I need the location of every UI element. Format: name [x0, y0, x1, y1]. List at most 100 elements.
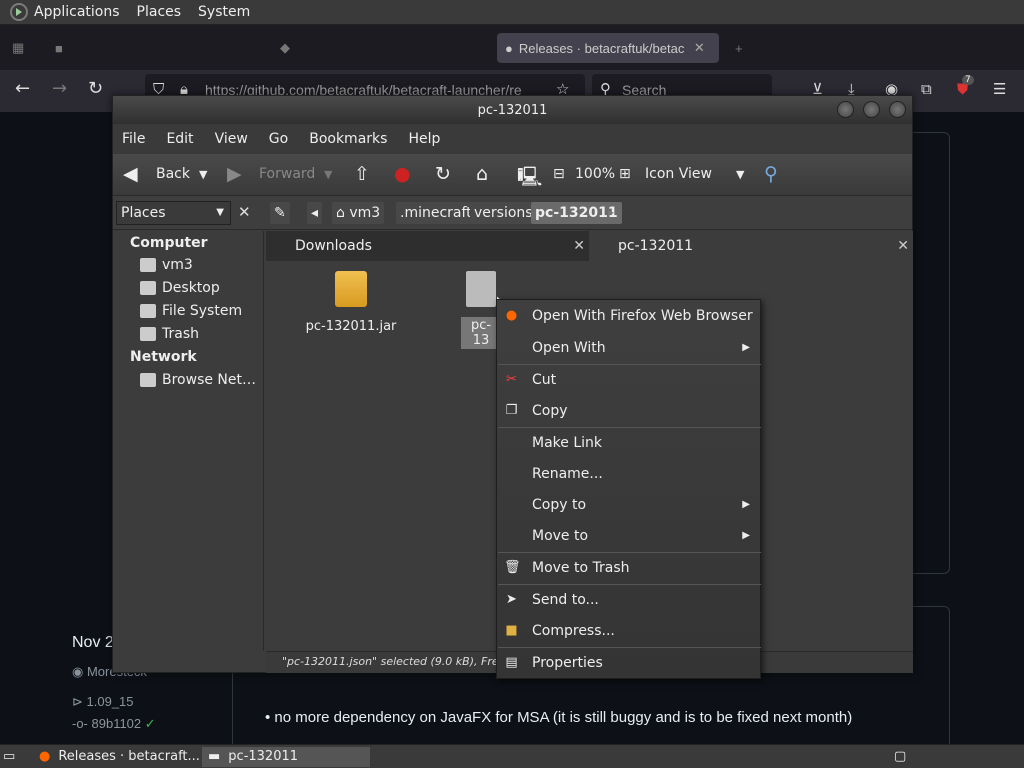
- menu-edit[interactable]: Edit: [166, 131, 193, 147]
- stop-icon[interactable]: ●: [394, 163, 411, 185]
- menu-bar: File Edit View Go Bookmarks Help: [113, 124, 912, 154]
- tab-label: pc-132011: [618, 238, 694, 254]
- firefox-tab-strip: ▦ ■ ◆ ● Releases · betacraftuk/betac ✕ +: [0, 25, 1024, 70]
- back-icon[interactable]: ◀: [123, 163, 138, 185]
- close-window-button[interactable]: [889, 101, 906, 118]
- tab-background-2[interactable]: ◆: [280, 33, 480, 63]
- minimize-button[interactable]: [837, 101, 854, 118]
- menu-item-open-firefox[interactable]: ● Open With Firefox Web Browser: [497, 302, 760, 330]
- places-label: Places: [121, 205, 166, 221]
- release-tag[interactable]: ⊳ 1.09_15: [72, 694, 134, 710]
- show-desktop-icon[interactable]: ▭: [3, 747, 27, 767]
- breadcrumb-minecraft[interactable]: .minecraft: [396, 202, 476, 224]
- forward-history-chevron-icon[interactable]: ▼: [324, 168, 332, 181]
- menu-places[interactable]: Places: [137, 4, 182, 20]
- taskbar-item-firefox[interactable]: ● Releases · betacraft...: [33, 747, 200, 767]
- menu-system[interactable]: System: [198, 4, 250, 20]
- hamburger-menu-icon[interactable]: ☰: [993, 80, 1006, 98]
- close-sidebar-icon[interactable]: ✕: [238, 203, 251, 221]
- menu-item-properties[interactable]: ▤ Properties: [497, 649, 760, 677]
- menu-item-open-with[interactable]: Open With ▶: [497, 334, 760, 362]
- menu-go[interactable]: Go: [269, 131, 288, 147]
- menu-item-send-to[interactable]: ➤ Send to...: [497, 586, 760, 614]
- places-dropdown[interactable]: Places ▼: [116, 201, 231, 225]
- release-note-bullet: • no more dependency on JavaFX for MSA (…: [265, 709, 853, 726]
- zoom-in-icon[interactable]: ⊞: [619, 166, 631, 182]
- desktop-icon: [140, 281, 156, 295]
- forward-icon[interactable]: ▶: [227, 163, 242, 185]
- close-tab-icon[interactable]: ✕: [573, 231, 585, 261]
- menu-item-rename[interactable]: Rename...: [497, 460, 760, 488]
- menu-view[interactable]: View: [215, 131, 248, 147]
- close-tab-icon[interactable]: ✕: [897, 231, 909, 261]
- breadcrumb-vm3[interactable]: ⌂ vm3: [332, 202, 385, 224]
- breadcrumb-scroll-right-icon[interactable]: ▸: [608, 205, 614, 219]
- file-json-selected[interactable]: pc-13: [461, 271, 501, 349]
- menu-bookmarks[interactable]: Bookmarks: [309, 131, 387, 147]
- menu-item-move-to[interactable]: Move to ▶: [497, 522, 760, 550]
- edit-location-icon[interactable]: ✎: [270, 202, 290, 224]
- sidebar-item-label: Desktop: [162, 280, 220, 296]
- tab-active-releases[interactable]: ● Releases · betacraftuk/betac ✕: [497, 33, 719, 63]
- menu-item-label: Open With Firefox Web Browser: [532, 308, 753, 324]
- nautilus-tab-bar: Downloads ✕ pc-132011 ✕: [266, 231, 913, 261]
- file-label: pc-13: [461, 317, 501, 349]
- sidebar-item-browse-network[interactable]: Browse Net…: [140, 372, 256, 388]
- maximize-button[interactable]: [863, 101, 880, 118]
- menu-item-cut[interactable]: ✂ Cut: [497, 366, 760, 394]
- back-arrow-icon[interactable]: ←: [15, 78, 30, 99]
- view-mode-select[interactable]: Icon View: [645, 166, 712, 182]
- sidebar-item-filesystem[interactable]: File System: [140, 303, 242, 319]
- search-icon[interactable]: ⚲: [764, 163, 778, 185]
- home-folder-icon[interactable]: ⌂: [476, 163, 488, 185]
- close-tab-icon[interactable]: ✕: [694, 40, 705, 56]
- distro-logo-icon[interactable]: [10, 3, 28, 21]
- reload-icon[interactable]: ↻: [88, 78, 103, 99]
- sidebar-item-desktop[interactable]: Desktop: [140, 280, 220, 296]
- view-mode-chevron-icon[interactable]: ▼: [736, 168, 744, 181]
- new-tab-button[interactable]: +: [735, 33, 743, 63]
- computer-icon[interactable]: 🖳︎: [517, 163, 542, 195]
- window-titlebar[interactable]: pc-132011: [113, 96, 912, 124]
- breadcrumb-scroll-left-icon[interactable]: ◂: [307, 202, 323, 224]
- trash-icon: [140, 327, 156, 341]
- menu-separator: [498, 584, 761, 585]
- menu-item-compress[interactable]: ■ Compress...: [497, 617, 760, 645]
- back-history-chevron-icon[interactable]: ▼: [199, 168, 207, 181]
- sidebar-item-trash[interactable]: Trash: [140, 326, 199, 342]
- file-jar[interactable]: pc-132011.jar: [301, 271, 401, 334]
- drive-icon: [140, 304, 156, 318]
- sidebar-item-label: Browse Net…: [162, 372, 257, 388]
- text-file-icon: [466, 271, 496, 307]
- menu-applications[interactable]: Applications: [34, 4, 120, 20]
- menu-item-copy-to[interactable]: Copy to ▶: [497, 491, 760, 519]
- menu-help[interactable]: Help: [408, 131, 440, 147]
- breadcrumb-versions[interactable]: versions: [470, 202, 537, 224]
- menu-item-move-to-trash[interactable]: 🗑︎ Move to Trash: [497, 554, 760, 582]
- reload-icon[interactable]: ↻: [435, 163, 451, 185]
- workspace-switcher-icon[interactable]: ▢: [894, 747, 924, 767]
- extension-badge: 7: [962, 75, 974, 85]
- zoom-out-icon[interactable]: ⊟: [553, 166, 565, 182]
- taskbar-item-label: Releases · betacraft...: [58, 749, 200, 764]
- menu-item-label: Make Link: [532, 435, 602, 451]
- menu-item-copy[interactable]: ❐ Copy: [497, 397, 760, 425]
- forward-button[interactable]: Forward: [259, 166, 315, 182]
- tab-downloads[interactable]: Downloads ✕: [266, 231, 588, 261]
- up-arrow-icon[interactable]: ⇧: [354, 163, 370, 185]
- taskbar-item-nautilus[interactable]: ▬ pc-132011: [202, 747, 370, 767]
- firefox-icon: ●: [505, 308, 518, 323]
- sidebar-item-vm3[interactable]: vm3: [140, 257, 193, 273]
- release-commit[interactable]: -o- 89b1102 ✓: [72, 716, 156, 732]
- github-icon: ●: [505, 40, 513, 56]
- tab-pc-132011[interactable]: pc-132011 ✕: [589, 231, 913, 261]
- tab-label: Releases · betacraftuk/betac: [518, 40, 684, 56]
- submenu-arrow-icon: ▶: [742, 342, 750, 353]
- tab-background-1[interactable]: ■: [55, 33, 255, 63]
- forward-arrow-icon[interactable]: →: [52, 78, 67, 99]
- back-button[interactable]: Back: [156, 166, 190, 182]
- tab-list-icon[interactable]: ▦: [12, 33, 24, 63]
- extensions-icon[interactable]: ⧉: [921, 80, 932, 98]
- menu-file[interactable]: File: [122, 131, 145, 147]
- menu-item-make-link[interactable]: Make Link: [497, 429, 760, 457]
